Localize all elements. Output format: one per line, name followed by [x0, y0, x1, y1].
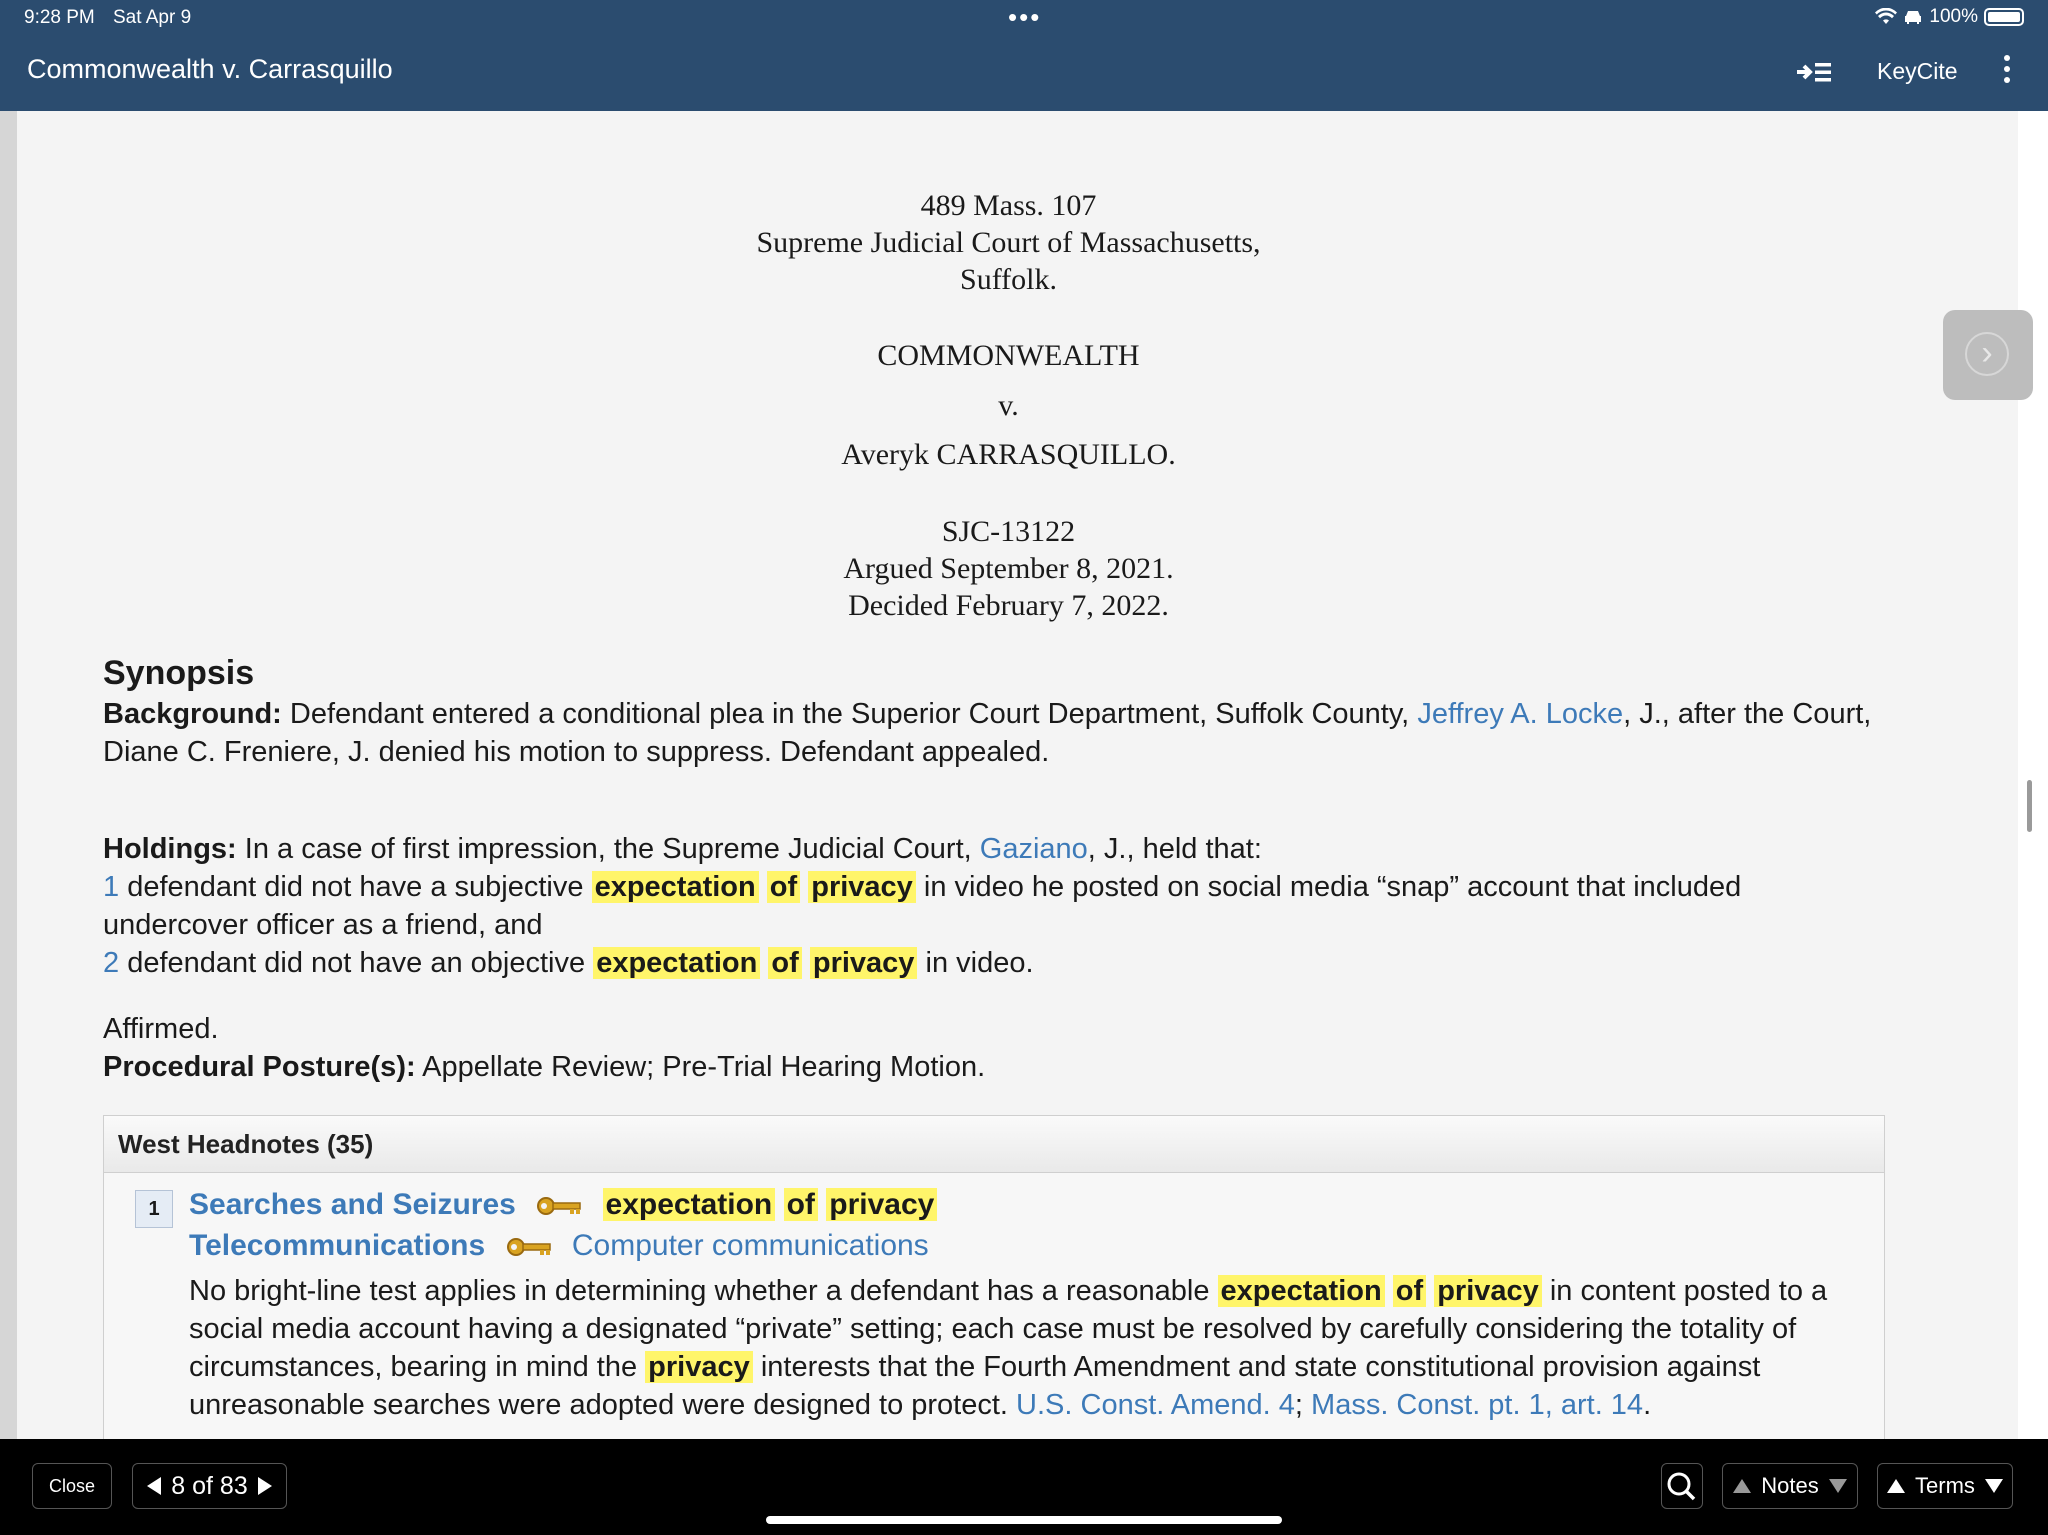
- terms-up-icon[interactable]: [1887, 1479, 1906, 1493]
- party-defendant: Averyk CARRASQUILLO.: [841, 438, 1176, 471]
- search-term-highlight: of: [766, 871, 801, 903]
- outline-icon[interactable]: [1795, 56, 1835, 88]
- notes-button[interactable]: Notes: [1722, 1463, 1858, 1509]
- pager-label: 8 of 83: [171, 1472, 248, 1500]
- topic-link[interactable]: Telecommunications: [189, 1229, 485, 1262]
- holdings-paragraph: Holdings: In a case of first impression,…: [103, 833, 1742, 979]
- mass-const-link[interactable]: Mass. Const. pt. 1, art. 14: [1311, 1389, 1643, 1421]
- posture-label: Procedural Posture(s):: [103, 1051, 416, 1083]
- procedural-posture: Procedural Posture(s): Appellate Review;…: [103, 1051, 986, 1083]
- subtopic-link[interactable]: Computer communications: [572, 1229, 929, 1262]
- document-title: Commonwealth v. Carrasquillo: [27, 54, 393, 84]
- holdings-label: Holdings:: [103, 833, 237, 865]
- chevron-right-icon: ›: [1965, 332, 2009, 376]
- more-vertical-icon[interactable]: [2000, 50, 2014, 94]
- key-icon: [537, 1197, 581, 1216]
- search-term-highlight: of: [783, 1188, 818, 1221]
- result-pager: 8 of 83: [132, 1463, 287, 1509]
- search-icon: [1667, 1472, 1696, 1501]
- notes-label: Notes: [1761, 1473, 1819, 1498]
- search-term-highlight: privacy: [645, 1351, 753, 1383]
- headnote-topic-line-2: Telecommunications Computer communicatio…: [189, 1227, 929, 1265]
- battery-percent: 100%: [1929, 6, 1978, 27]
- search-term-highlight: privacy: [1434, 1275, 1542, 1307]
- docket-number: SJC-13122: [941, 515, 1076, 548]
- wifi-icon: [1875, 8, 1898, 24]
- judge-locke-link[interactable]: Jeffrey A. Locke: [1417, 698, 1623, 730]
- notes-down-icon[interactable]: [1828, 1479, 1847, 1493]
- headnote-text: No bright-line test applies in determini…: [189, 1275, 1828, 1421]
- status-date: Sat Apr 9: [113, 7, 192, 28]
- key-icon: [506, 1238, 551, 1257]
- west-headnotes-panel: West Headnotes (35) 1 Searches and Seizu…: [103, 1115, 1885, 1447]
- triangle-right-icon[interactable]: [257, 1477, 272, 1495]
- holding-2-link[interactable]: 2: [103, 947, 119, 979]
- search-term-highlight: of: [1392, 1275, 1427, 1307]
- headnotes-header[interactable]: West Headnotes (35): [104, 1116, 1884, 1173]
- argued-date: Argued September 8, 2021.: [843, 552, 1174, 585]
- next-document-button[interactable]: ›: [1943, 310, 2033, 400]
- triangle-left-icon[interactable]: [147, 1477, 162, 1495]
- search-term-highlight: expectation: [602, 1188, 776, 1221]
- left-gutter: [0, 111, 17, 1439]
- background-paragraph: Background: Defendant entered a conditio…: [103, 698, 1872, 768]
- party-plaintiff: COMMONWEALTH: [877, 339, 1140, 372]
- search-term-highlight: expectation: [1217, 1275, 1385, 1307]
- status-right: 100%: [1875, 6, 2024, 28]
- terms-label: Terms: [1915, 1473, 1975, 1498]
- judge-gaziano-link[interactable]: Gaziano: [980, 833, 1088, 865]
- keycite-button[interactable]: KeyCite: [1877, 58, 1958, 85]
- affirmed-text: Affirmed.: [103, 1013, 219, 1045]
- terms-down-icon[interactable]: [1984, 1479, 2003, 1493]
- court-county: Suffolk.: [960, 263, 1057, 296]
- search-term-highlight: privacy: [808, 871, 916, 903]
- search-term-highlight: privacy: [826, 1188, 938, 1221]
- versus: v.: [998, 389, 1019, 422]
- search-term-highlight: privacy: [809, 947, 918, 979]
- headnote-number[interactable]: 1: [135, 1190, 173, 1228]
- search-button[interactable]: [1661, 1463, 1703, 1509]
- multitasking-dots-icon[interactable]: •••: [1008, 2, 1041, 33]
- decided-date: Decided February 7, 2022.: [848, 589, 1169, 622]
- us-const-link[interactable]: U.S. Const. Amend. 4: [1016, 1389, 1295, 1421]
- topic-link[interactable]: Searches and Seizures: [189, 1188, 516, 1221]
- battery-icon: [1984, 8, 2024, 26]
- search-term-highlight: expectation: [591, 871, 759, 903]
- synopsis-heading: Synopsis: [103, 654, 255, 692]
- headnote-topic-line-1: Searches and Seizures expectation of pri…: [189, 1186, 938, 1224]
- car-icon: [1905, 11, 1922, 24]
- search-term-highlight: expectation: [593, 947, 761, 979]
- bottom-toolbar: Close 8 of 83 Notes Terms: [0, 1439, 2048, 1535]
- terms-button[interactable]: Terms: [1877, 1463, 2013, 1509]
- notes-up-icon[interactable]: [1733, 1479, 1752, 1493]
- background-label: Background:: [103, 698, 282, 730]
- nav-bar: Commonwealth v. Carrasquillo KeyCite: [0, 36, 2048, 111]
- court-name: Supreme Judicial Court of Massachusetts,: [756, 226, 1261, 259]
- status-bar: 9:28 PM Sat Apr 9 ••• 100%: [0, 0, 2048, 36]
- search-term-highlight: of: [768, 947, 802, 979]
- case-citation: 489 Mass. 107: [920, 189, 1097, 222]
- holding-1-link[interactable]: 1: [103, 871, 119, 903]
- scroll-indicator[interactable]: [2027, 780, 2032, 832]
- home-indicator[interactable]: [766, 1516, 1282, 1524]
- status-time: 9:28 PM: [24, 7, 95, 28]
- close-button[interactable]: Close: [32, 1463, 112, 1509]
